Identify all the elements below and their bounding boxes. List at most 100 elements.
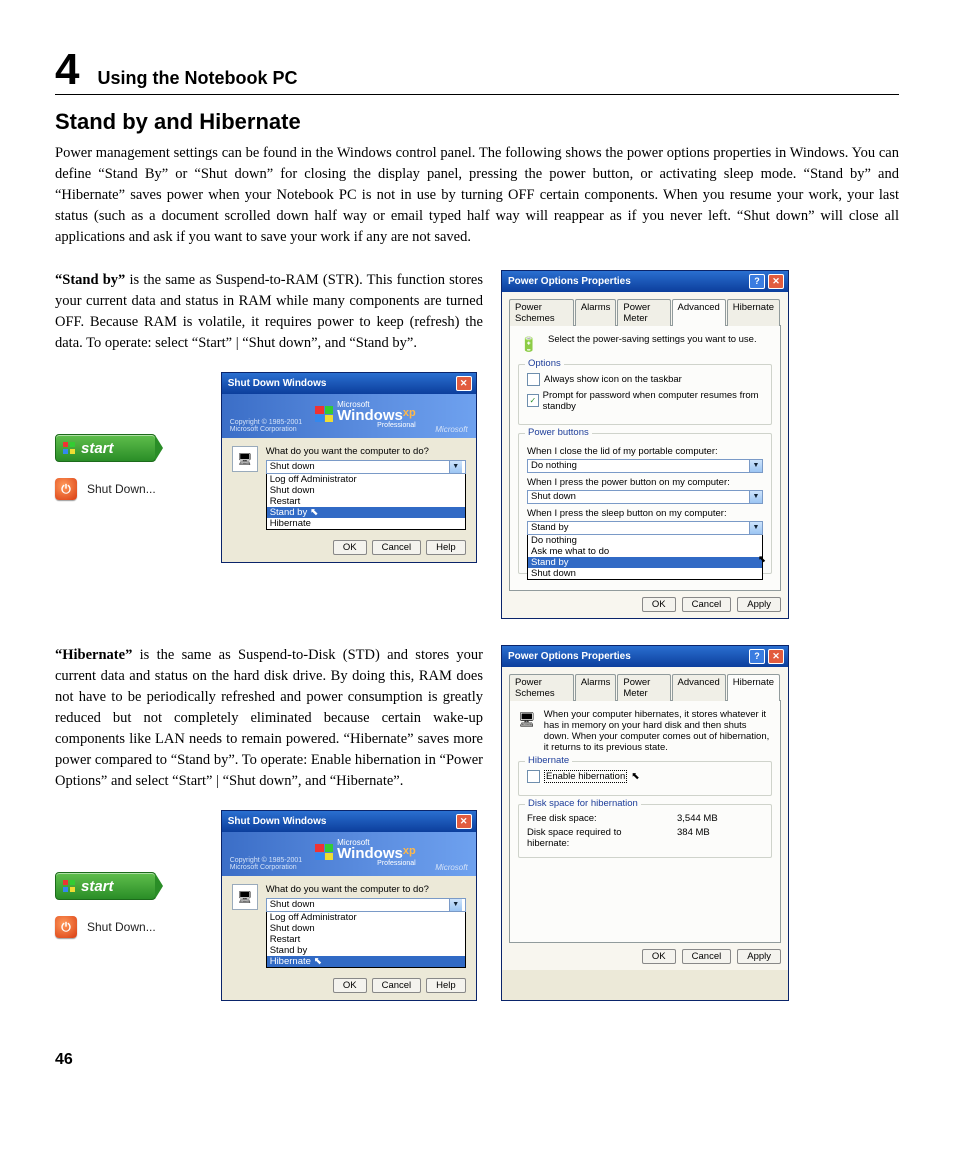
help-icon[interactable]: ? (749, 274, 765, 289)
hibernate-paragraph: “Hibernate” is the same as Suspend-to-Di… (55, 645, 483, 792)
disk-space-group: Disk space for hibernation Free disk spa… (518, 804, 772, 858)
apply-button[interactable]: Apply (737, 597, 781, 612)
page-number: 46 (55, 1051, 899, 1069)
checkbox-checked-icon: ✓ (527, 394, 539, 407)
battery-icon: 🔋 (518, 334, 540, 356)
checkbox-icon (527, 770, 540, 783)
chevron-down-icon: ▼ (749, 491, 762, 503)
cancel-button[interactable]: Cancel (682, 597, 732, 612)
power-button-action-select[interactable]: Shut down ▼ (527, 490, 763, 504)
shutdown-action-dropdown[interactable]: Log off Administrator Shut down Restart … (266, 474, 466, 530)
standby-section: “Stand by” is the same as Suspend-to-RAM… (55, 270, 899, 619)
free-disk-label: Free disk space: (527, 813, 657, 824)
start-label: start (81, 878, 114, 895)
cancel-button[interactable]: Cancel (372, 540, 422, 555)
tab-alarms[interactable]: Alarms (575, 299, 617, 326)
power-options-titlebar[interactable]: Power Options Properties ? ✕ (502, 271, 788, 292)
power-button-label: When I press the power button on my comp… (527, 477, 763, 488)
shutdown-menu-item[interactable]: ⏻ Shut Down... (55, 916, 156, 938)
free-disk-value: 3,544 MB (677, 813, 718, 824)
sleep-button-label: When I press the sleep button on my comp… (527, 508, 763, 519)
close-icon[interactable]: ✕ (456, 814, 472, 829)
shutdown-label: Shut Down... (87, 482, 156, 496)
taskbar-icon-checkbox[interactable]: Always show icon on the taskbar (527, 373, 763, 386)
cursor-icon: ⬉ (311, 956, 322, 967)
shutdown-action-select[interactable]: Shut down ▼ (266, 898, 466, 912)
panel-intro: When your computer hibernates, it stores… (544, 709, 772, 753)
dialog-title: Power Options Properties (508, 276, 631, 287)
close-icon[interactable]: ✕ (768, 274, 784, 289)
cursor-icon: ⬉ (307, 507, 318, 518)
windows-flag-icon (62, 879, 76, 893)
windows-logo-icon: Microsoft Windowsxp Professional (315, 400, 416, 429)
help-button[interactable]: Help (426, 978, 466, 993)
start-button[interactable]: start (55, 434, 156, 462)
required-disk-label: Disk space required to hibernate: (527, 827, 657, 849)
cancel-button[interactable]: Cancel (682, 949, 732, 964)
standby-paragraph: “Stand by” is the same as Suspend-to-RAM… (55, 270, 483, 354)
windows-banner: Copyright © 1985-2001 Microsoft Corporat… (222, 394, 476, 438)
tab-power-meter[interactable]: Power Meter (617, 299, 670, 326)
hibernate-section: “Hibernate” is the same as Suspend-to-Di… (55, 645, 899, 1001)
help-button[interactable]: Help (426, 540, 466, 555)
close-icon[interactable]: ✕ (456, 376, 472, 391)
ok-button[interactable]: OK (333, 540, 367, 555)
shutdown-action-select[interactable]: Shut down ▼ (266, 460, 466, 474)
chevron-down-icon: ▼ (749, 522, 762, 534)
chapter-title: Using the Notebook PC (97, 68, 297, 89)
shutdown-label: Shut Down... (87, 920, 156, 934)
shutdown-prompt: What do you want the computer to do? (266, 446, 466, 457)
shutdown-action-dropdown[interactable]: Log off Administrator Shut down Restart … (266, 912, 466, 968)
chapter-header: 4 Using the Notebook PC (55, 50, 899, 95)
dialog-title: Shut Down Windows (228, 816, 327, 827)
power-options-titlebar[interactable]: Power Options Properties ? ✕ (502, 646, 788, 667)
cursor-icon: ⬉ (631, 771, 639, 782)
lid-label: When I close the lid of my portable comp… (527, 446, 763, 457)
tab-hibernate[interactable]: Hibernate (727, 299, 780, 326)
chevron-down-icon: ▼ (749, 460, 762, 472)
required-disk-value: 384 MB (677, 827, 710, 849)
shutdown-menu-item[interactable]: ⏻ Shut Down... (55, 478, 156, 500)
tab-alarms[interactable]: Alarms (575, 674, 617, 701)
chevron-down-icon: ▼ (449, 461, 462, 473)
tab-hibernate[interactable]: Hibernate (727, 674, 780, 701)
tab-advanced[interactable]: Advanced (672, 674, 726, 701)
sleep-button-action-select[interactable]: Stand by ▼ (527, 521, 763, 535)
dialog-title: Shut Down Windows (228, 378, 327, 389)
start-label: start (81, 440, 114, 457)
intro-paragraph: Power management settings can be found i… (55, 143, 899, 248)
shutdown-dialog: Shut Down Windows ✕ Copyright © 1985-200… (221, 810, 477, 1001)
power-buttons-group: Power buttons When I close the lid of my… (518, 433, 772, 574)
tab-advanced[interactable]: Advanced (672, 299, 726, 326)
shutdown-dialog-titlebar[interactable]: Shut Down Windows ✕ (222, 811, 476, 832)
close-icon[interactable]: ✕ (768, 649, 784, 664)
enable-hibernation-checkbox[interactable]: Enable hibernation ⬉ (527, 770, 763, 783)
panel-intro: Select the power-saving settings you wan… (548, 334, 757, 356)
power-options-advanced-dialog: Power Options Properties ? ✕ Power Schem… (501, 270, 789, 619)
cancel-button[interactable]: Cancel (372, 978, 422, 993)
ok-button[interactable]: OK (642, 597, 676, 612)
tab-power-schemes[interactable]: Power Schemes (509, 674, 574, 701)
password-resume-checkbox[interactable]: ✓ Prompt for password when computer resu… (527, 390, 763, 412)
ok-button[interactable]: OK (642, 949, 676, 964)
shutdown-dialog-titlebar[interactable]: Shut Down Windows ✕ (222, 373, 476, 394)
lid-action-select[interactable]: Do nothing ▼ (527, 459, 763, 473)
chevron-down-icon: ▼ (449, 899, 462, 911)
computer-icon: 🖥 (232, 884, 258, 910)
tabs: Power Schemes Alarms Power Meter Advance… (509, 299, 781, 326)
tabs: Power Schemes Alarms Power Meter Advance… (509, 674, 781, 701)
power-options-hibernate-dialog: Power Options Properties ? ✕ Power Schem… (501, 645, 789, 1001)
dialog-title: Power Options Properties (508, 651, 631, 662)
checkbox-icon (527, 373, 540, 386)
power-icon: ⏻ (55, 478, 77, 500)
start-button[interactable]: start (55, 872, 156, 900)
section-title: Stand by and Hibernate (55, 109, 899, 135)
ok-button[interactable]: OK (333, 978, 367, 993)
help-icon[interactable]: ? (749, 649, 765, 664)
options-group: Options Always show icon on the taskbar … (518, 364, 772, 425)
apply-button[interactable]: Apply (737, 949, 781, 964)
tab-power-meter[interactable]: Power Meter (617, 674, 670, 701)
windows-logo-icon: Microsoft Windowsxp Professional (315, 838, 416, 867)
tab-power-schemes[interactable]: Power Schemes (509, 299, 574, 326)
shutdown-prompt: What do you want the computer to do? (266, 884, 466, 895)
